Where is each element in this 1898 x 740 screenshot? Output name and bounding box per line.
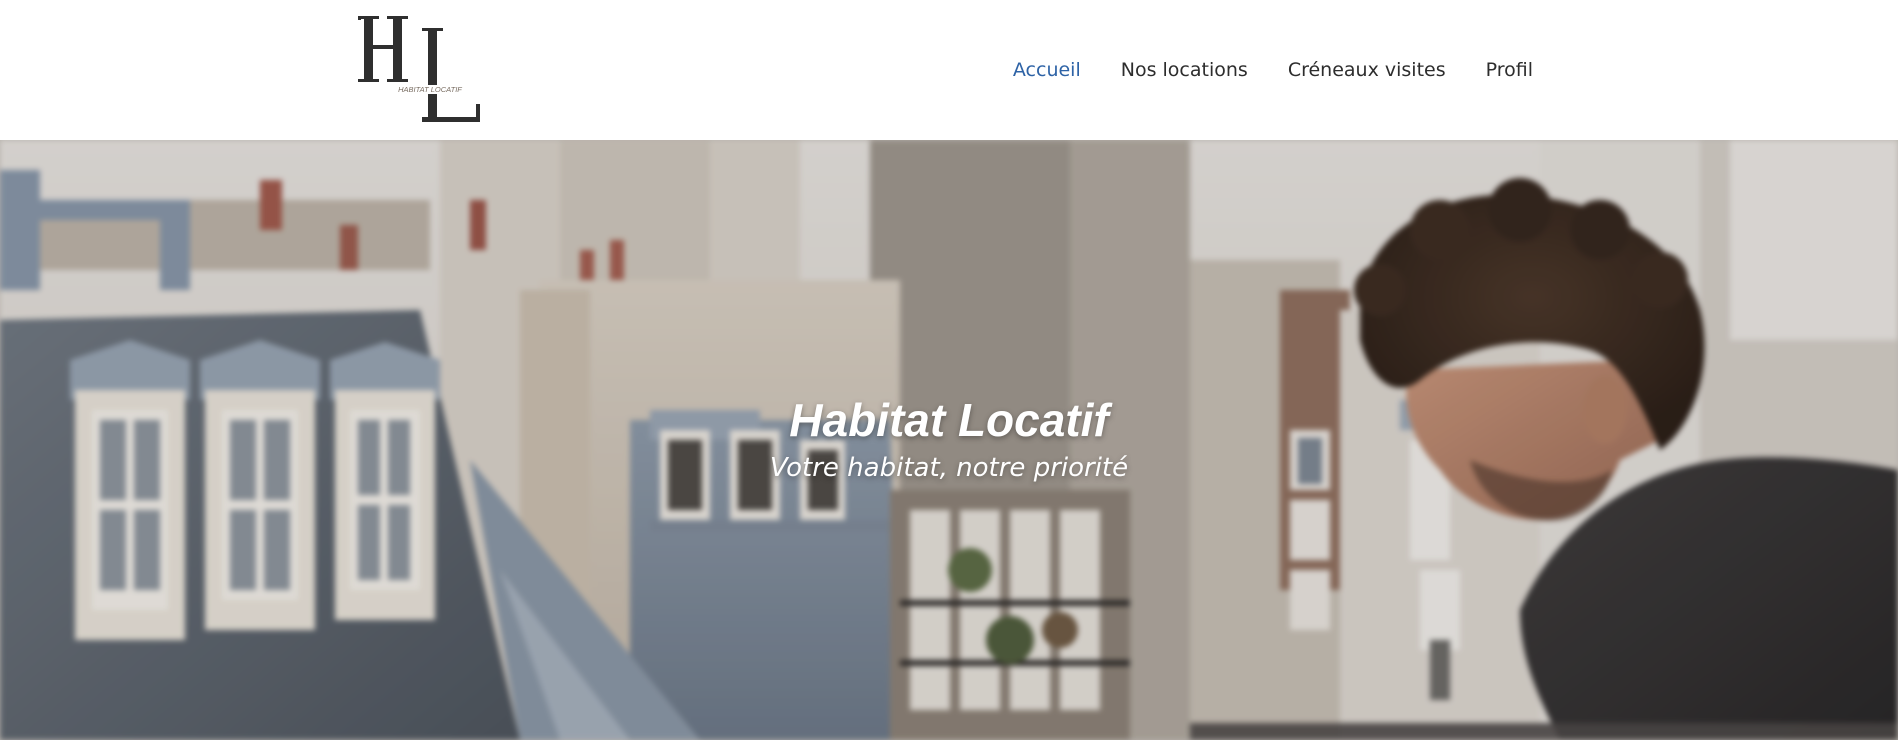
nav-item-creneaux-visites[interactable]: Créneaux visites: [1288, 56, 1446, 84]
main-nav: Accueil Nos locations Créneaux visites P…: [973, 56, 1533, 84]
site-header: HABITAT LOCATIF Accueil Nos locations Cr…: [0, 0, 1898, 140]
site-logo[interactable]: HABITAT LOCATIF: [356, 16, 482, 124]
nav-item-accueil[interactable]: Accueil: [1013, 56, 1081, 84]
hero-banner: Habitat Locatif Votre habitat, notre pri…: [0, 140, 1898, 740]
nav-item-nos-locations[interactable]: Nos locations: [1121, 56, 1248, 84]
logo-tagline: HABITAT LOCATIF: [398, 85, 462, 94]
habitat-locatif-logo-icon: HABITAT LOCATIF: [358, 16, 480, 122]
nav-item-profil[interactable]: Profil: [1486, 56, 1533, 84]
hero-subtitle: Votre habitat, notre priorité: [769, 453, 1129, 483]
hero-text: Habitat Locatif Votre habitat, notre pri…: [0, 393, 1898, 485]
hero-title: Habitat Locatif: [789, 394, 1109, 446]
